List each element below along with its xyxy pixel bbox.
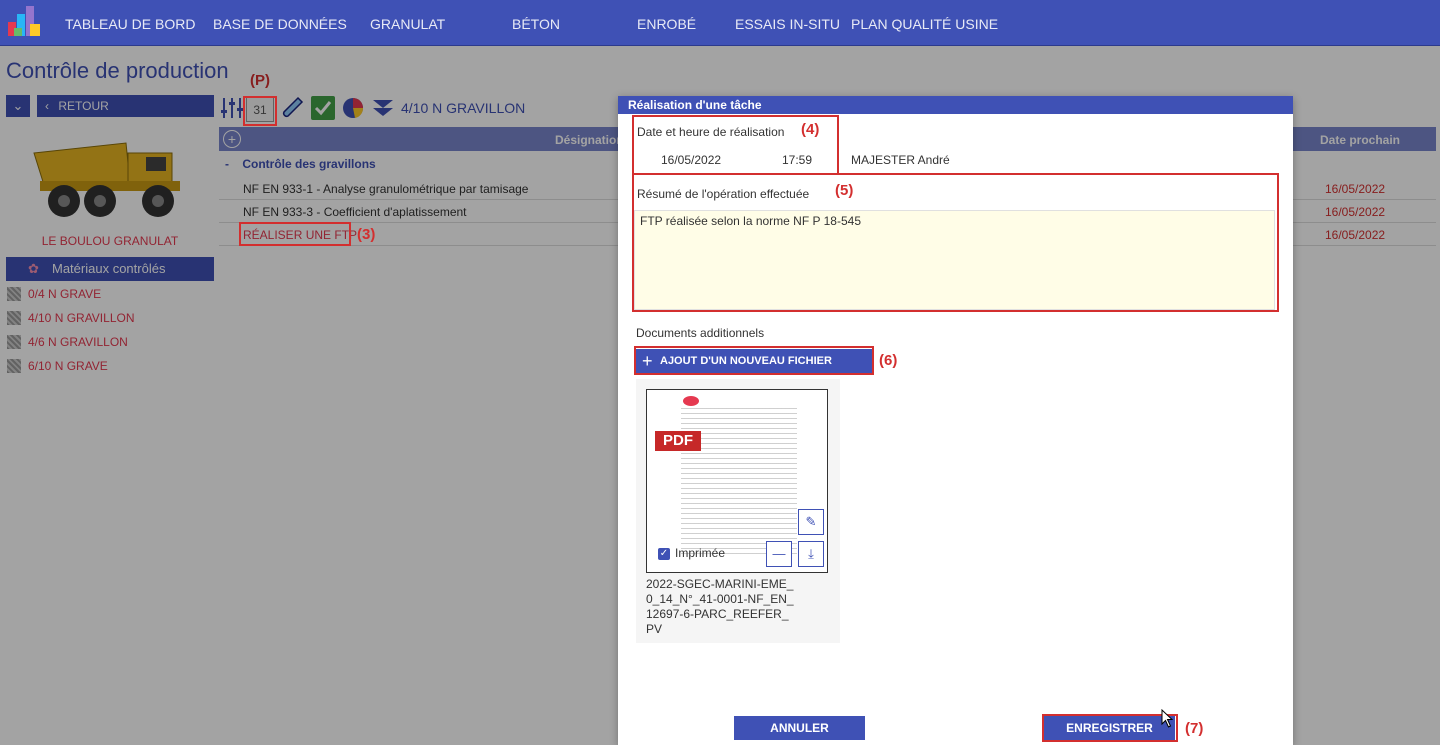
top-navbar: TABLEAU DE BORD BASE DE DONNÉES GRANULAT…: [0, 0, 1440, 46]
annotation-3-label: (3): [357, 226, 376, 243]
download-icon: ⤓: [808, 546, 814, 561]
nav-plan-qualite[interactable]: PLAN QUALITÉ USINE: [851, 16, 998, 32]
annotation-box-7: [1042, 714, 1178, 742]
file-name: 2022-SGEC-MARINI-EME_0_14_N°_41-0001-NF_…: [646, 577, 794, 636]
annotation-5-label: (5): [835, 182, 854, 199]
printed-label: Imprimée: [675, 546, 726, 560]
document-logo-icon: [683, 396, 699, 406]
printed-checkbox[interactable]: ✓: [658, 548, 670, 560]
operator-name: MAJESTER André: [851, 153, 950, 167]
remove-file-button[interactable]: —: [766, 541, 792, 567]
annotation-box-5: [632, 173, 1279, 312]
nav-dashboard[interactable]: TABLEAU DE BORD: [65, 16, 195, 32]
pdf-badge: PDF: [655, 431, 701, 451]
pencil-icon: ✎: [805, 514, 817, 529]
documents-label: Documents additionnels: [636, 326, 765, 340]
annotation-6-label: (6): [879, 352, 898, 369]
nav-granulat[interactable]: GRANULAT: [370, 16, 445, 32]
annotation-7-label: (7): [1185, 720, 1204, 737]
nav-beton[interactable]: BÉTON: [512, 16, 560, 32]
download-file-button[interactable]: ⤓: [798, 541, 824, 567]
nav-database[interactable]: BASE DE DONNÉES: [213, 16, 347, 32]
app-logo-icon[interactable]: [6, 4, 42, 40]
annotation-4-label: (4): [801, 121, 820, 138]
annotation-box-6: [634, 346, 874, 375]
annotation-box-p: [243, 96, 277, 126]
annotation-box-3: [239, 222, 351, 246]
cancel-button[interactable]: ANNULER: [734, 716, 865, 740]
dialog-title: Réalisation d'une tâche: [618, 96, 1293, 114]
nav-essais-in-situ[interactable]: ESSAIS IN-SITU: [735, 16, 840, 32]
mouse-cursor-icon: [1161, 709, 1174, 728]
document-preview: [681, 408, 797, 554]
nav-enrobe[interactable]: ENROBÉ: [637, 16, 696, 32]
minus-icon: —: [772, 546, 786, 561]
file-card: PDF ✓ Imprimée ✎ — ⤓ 2022-SGEC-MARINI-EM…: [636, 379, 840, 643]
pdf-thumbnail[interactable]: PDF ✓ Imprimée ✎ — ⤓: [646, 389, 828, 573]
edit-file-button[interactable]: ✎: [798, 509, 824, 535]
